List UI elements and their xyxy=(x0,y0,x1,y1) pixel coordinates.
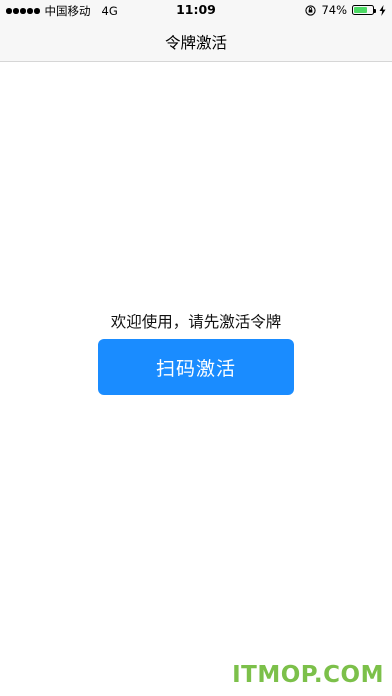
welcome-message: 欢迎使用，请先激活令牌 xyxy=(110,313,282,331)
nav-bar: 令牌激活 xyxy=(0,20,392,62)
battery-percent: 74% xyxy=(321,3,347,17)
status-right: 74% xyxy=(305,3,386,17)
rotation-lock-icon xyxy=(305,4,317,16)
scan-activate-button[interactable]: 扫码激活 xyxy=(98,339,294,395)
charging-bolt-icon xyxy=(379,4,386,16)
screen: 中国移动 4G 11:09 74% 令牌激活 欢迎使用，请先激活令牌 扫码激活 … xyxy=(0,0,392,696)
battery-level-fill xyxy=(354,7,367,13)
battery-icon xyxy=(352,5,376,15)
status-bar: 中国移动 4G 11:09 74% xyxy=(0,0,392,20)
site-watermark: ITMOP.COM xyxy=(232,662,384,688)
page-title: 令牌激活 xyxy=(164,34,227,52)
